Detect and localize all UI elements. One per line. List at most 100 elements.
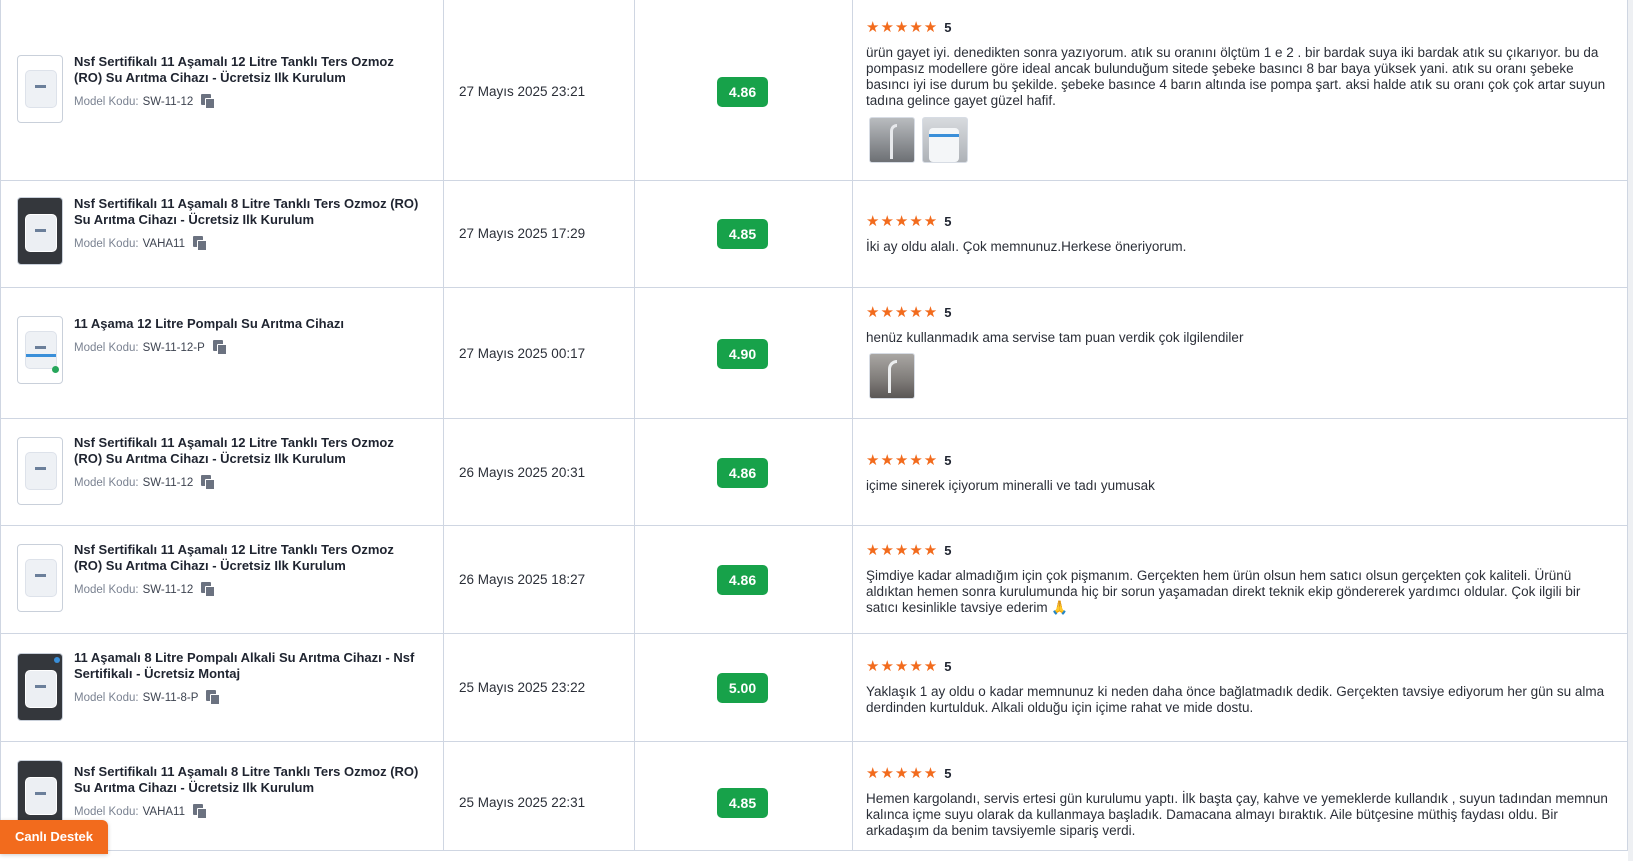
model-code: Model Kodu: VAHA11 — [74, 236, 207, 251]
score-badge: 4.86 — [717, 77, 768, 107]
product-name[interactable]: 11 Aşamalı 8 Litre Pompalı Alkali Su Arı… — [74, 650, 419, 682]
product-thumbnail[interactable] — [17, 316, 63, 384]
review-date: 26 Mayıs 2025 20:31 — [459, 465, 586, 480]
product-thumbnail[interactable] — [17, 653, 63, 721]
review-image-faucet[interactable] — [869, 353, 915, 399]
model-label: Model Kodu: — [74, 806, 139, 818]
model-code-value: SW-11-8-P — [142, 692, 199, 704]
copy-icon[interactable] — [201, 475, 216, 490]
review-date: 27 Mayıs 2025 17:29 — [459, 226, 586, 241]
product-thumbnail[interactable] — [17, 760, 63, 828]
product-thumbnail[interactable] — [17, 437, 63, 505]
review-text: Yaklaşık 1 ay oldu o kadar memnunuz ki n… — [866, 684, 1605, 715]
score-badge: 4.85 — [717, 788, 768, 818]
column-divider — [634, 0, 635, 851]
product-name[interactable]: Nsf Sertifikalı 11 Aşamalı 12 Litre Tank… — [74, 542, 419, 574]
star-rating: ★★★★★ 5 — [866, 765, 952, 782]
copy-icon[interactable] — [212, 340, 227, 355]
star-icons: ★★★★★ — [866, 213, 939, 230]
star-icons: ★★★★★ — [866, 452, 939, 469]
review-image-unit[interactable] — [922, 117, 968, 163]
review-date: 25 Mayıs 2025 22:31 — [459, 795, 586, 810]
rating-value: 5 — [944, 543, 952, 558]
model-code: Model Kodu: VAHA11 — [74, 804, 207, 819]
copy-icon[interactable] — [206, 690, 221, 705]
table-row: Nsf Sertifikalı 11 Aşamalı 12 Litre Tank… — [0, 526, 1633, 634]
star-icons: ★★★★★ — [866, 765, 939, 782]
model-code: Model Kodu: SW-11-12 — [74, 475, 216, 490]
score-badge: 5.00 — [717, 673, 768, 703]
column-divider — [0, 0, 1, 851]
star-icons: ★★★★★ — [866, 19, 939, 36]
product-thumbnail[interactable] — [17, 544, 63, 612]
review-date: 25 Mayıs 2025 23:22 — [459, 680, 586, 695]
review-text: Şimdiye kadar almadığım için çok pişmanı… — [866, 568, 1581, 615]
table-row: Nsf Sertifikalı 11 Aşamalı 12 Litre Tank… — [0, 419, 1633, 526]
scrollbar[interactable] — [1628, 0, 1633, 861]
review-text: ürün gayet iyi. denedikten sonra yazıyor… — [866, 45, 1606, 108]
copy-icon[interactable] — [201, 94, 216, 109]
star-rating: ★★★★★ 5 — [866, 213, 952, 230]
star-rating: ★★★★★ 5 — [866, 658, 952, 675]
product-cell: Nsf Sertifikalı 11 Aşamalı 12 Litre Tank… — [0, 526, 446, 633]
model-code-value: SW-11-12-P — [142, 342, 205, 354]
review-date: 26 Mayıs 2025 18:27 — [459, 572, 586, 587]
product-name[interactable]: Nsf Sertifikalı 11 Aşamalı 8 Litre Tankl… — [74, 764, 419, 796]
table-row: Nsf Sertifikalı 11 Aşamalı 8 Litre Tankl… — [0, 181, 1633, 288]
star-icons: ★★★★★ — [866, 658, 939, 675]
table-row: Nsf Sertifikalı 11 Aşamalı 8 Litre Tankl… — [0, 742, 1633, 851]
model-label: Model Kodu: — [74, 477, 139, 489]
column-divider — [443, 0, 444, 851]
model-label: Model Kodu: — [74, 584, 139, 596]
model-code-value: VAHA11 — [142, 806, 185, 818]
table-row: Nsf Sertifikalı 11 Aşamalı 12 Litre Tank… — [0, 0, 1633, 181]
copy-icon[interactable] — [192, 236, 207, 251]
product-cell: 11 Aşamalı 8 Litre Pompalı Alkali Su Arı… — [0, 634, 446, 741]
review-date: 27 Mayıs 2025 23:21 — [459, 84, 586, 99]
product-cell: Nsf Sertifikalı 11 Aşamalı 8 Litre Tankl… — [0, 181, 446, 287]
model-label: Model Kodu: — [74, 692, 139, 704]
rating-value: 5 — [944, 453, 952, 468]
model-label: Model Kodu: — [74, 342, 139, 354]
review-text: henüz kullanmadık ama servise tam puan v… — [866, 330, 1244, 345]
product-name[interactable]: 11 Aşama 12 Litre Pompalı Su Arıtma Ciha… — [74, 316, 419, 332]
score-badge: 4.90 — [717, 339, 768, 369]
star-rating: ★★★★★ 5 — [866, 452, 952, 469]
model-code: Model Kodu: SW-11-12 — [74, 582, 216, 597]
product-name[interactable]: Nsf Sertifikalı 11 Aşamalı 12 Litre Tank… — [74, 54, 419, 86]
product-name[interactable]: Nsf Sertifikalı 11 Aşamalı 12 Litre Tank… — [74, 435, 419, 467]
review-text: Hemen kargolandı, servis ertesi gün kuru… — [866, 791, 1608, 838]
score-badge: 4.86 — [717, 565, 768, 595]
score-badge: 4.85 — [717, 219, 768, 249]
rating-value: 5 — [944, 766, 952, 781]
star-icons: ★★★★★ — [866, 542, 939, 559]
review-text: içime sinerek içiyorum mineralli ve tadı… — [866, 478, 1155, 493]
model-code-value: SW-11-12 — [142, 96, 194, 108]
table-row: 11 Aşamalı 8 Litre Pompalı Alkali Su Arı… — [0, 634, 1633, 742]
score-badge: 4.86 — [717, 458, 768, 488]
model-code: Model Kodu: SW-11-8-P — [74, 690, 221, 705]
rating-value: 5 — [944, 214, 952, 229]
product-cell: 11 Aşama 12 Litre Pompalı Su Arıtma Ciha… — [0, 288, 446, 418]
rating-value: 5 — [944, 20, 952, 35]
rating-value: 5 — [944, 659, 952, 674]
review-image-faucet[interactable] — [869, 117, 915, 163]
column-divider — [852, 0, 853, 851]
reviews-table: Nsf Sertifikalı 11 Aşamalı 12 Litre Tank… — [0, 0, 1633, 861]
product-thumbnail[interactable] — [17, 55, 63, 123]
live-support-button[interactable]: Canlı Destek — [0, 820, 108, 854]
product-cell: Nsf Sertifikalı 11 Aşamalı 12 Litre Tank… — [0, 0, 446, 180]
product-cell: Nsf Sertifikalı 11 Aşamalı 12 Litre Tank… — [0, 419, 446, 525]
star-icons: ★★★★★ — [866, 304, 939, 321]
copy-icon[interactable] — [192, 804, 207, 819]
star-rating: ★★★★★ 5 — [866, 542, 952, 559]
review-text: İki ay oldu alalı. Çok memnunuz.Herkese … — [866, 239, 1187, 254]
rating-value: 5 — [944, 305, 952, 320]
product-name[interactable]: Nsf Sertifikalı 11 Aşamalı 8 Litre Tankl… — [74, 196, 419, 228]
model-code: Model Kodu: SW-11-12-P — [74, 340, 227, 355]
model-code-value: SW-11-12 — [142, 477, 194, 489]
model-code-value: VAHA11 — [142, 238, 185, 250]
model-code: Model Kodu: SW-11-12 — [74, 94, 216, 109]
product-thumbnail[interactable] — [17, 197, 63, 265]
copy-icon[interactable] — [201, 582, 216, 597]
